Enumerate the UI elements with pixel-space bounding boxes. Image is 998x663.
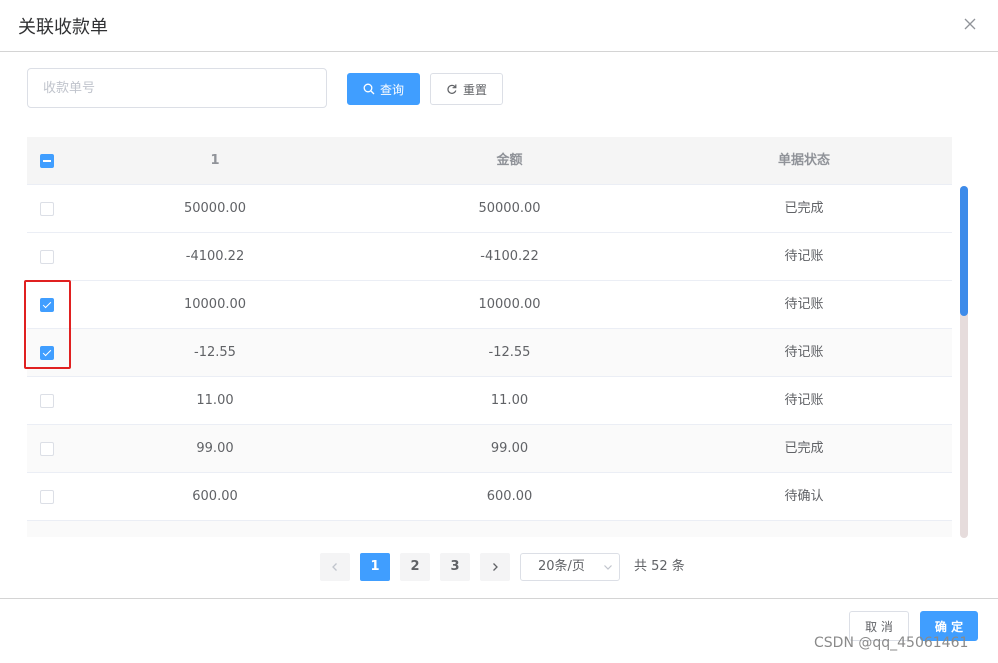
query-button-label: 查询 bbox=[379, 82, 404, 97]
row-checkbox[interactable] bbox=[40, 250, 54, 264]
amount-cell: 11.00 bbox=[490, 393, 529, 408]
prev-page-button[interactable] bbox=[320, 553, 350, 581]
status-cell: 已完成 bbox=[784, 201, 824, 216]
query-button[interactable]: 查询 bbox=[347, 73, 420, 105]
amount-cell: -4100.22 bbox=[480, 249, 539, 264]
table-cell: 50000.00 bbox=[183, 201, 247, 216]
dialog-title: 关联收款单 bbox=[18, 17, 108, 38]
row-checkbox[interactable] bbox=[40, 202, 54, 216]
table-row[interactable]: 600.00 600.00 待确认 bbox=[27, 473, 952, 521]
scroll-thumb[interactable] bbox=[960, 186, 968, 316]
reset-button[interactable]: 重置 bbox=[430, 73, 503, 105]
table-row[interactable]: 99.00 99.00 已完成 bbox=[27, 425, 952, 473]
status-cell: 待记账 bbox=[784, 345, 824, 360]
column-header: 金额 bbox=[496, 153, 523, 168]
table-cell: 600.00 bbox=[192, 489, 238, 504]
next-page-button[interactable] bbox=[480, 553, 510, 581]
table-row[interactable]: 11.00 11.00 待记账 bbox=[27, 377, 952, 425]
status-cell: 已完成 bbox=[784, 441, 824, 456]
table-scrollbar[interactable] bbox=[960, 186, 968, 538]
status-cell: 待记账 bbox=[784, 393, 824, 408]
search-input[interactable] bbox=[27, 68, 327, 108]
table-row[interactable]: -4100.22 -4100.22 待记账 bbox=[27, 233, 952, 281]
page-button-3[interactable]: 3 bbox=[440, 553, 470, 581]
amount-cell: 99.00 bbox=[490, 441, 529, 456]
amount-cell: -12.55 bbox=[488, 345, 531, 360]
row-checkbox[interactable] bbox=[40, 394, 54, 408]
row-checkbox[interactable] bbox=[40, 490, 54, 504]
dialog: 关联收款单 查询 重置 1 金额 单据状态 50000.00 bbox=[0, 0, 998, 663]
receipt-table: 1 金额 单据状态 50000.00 50000.00 已完成 -4100.22… bbox=[27, 137, 952, 537]
page-button-1[interactable]: 1 bbox=[360, 553, 390, 581]
page-size-select[interactable]: 20条/页 bbox=[520, 553, 620, 581]
close-icon[interactable] bbox=[960, 14, 980, 34]
table-row[interactable]: -12.55 -12.55 待记账 bbox=[27, 329, 952, 377]
column-header: 单据状态 bbox=[777, 153, 830, 168]
status-cell: 待记账 bbox=[784, 249, 824, 264]
search-icon bbox=[363, 83, 375, 95]
table-cell: 11.00 bbox=[196, 393, 234, 408]
watermark: CSDN @qq_45061461 bbox=[814, 635, 969, 651]
table-row[interactable]: 50000.00 50000.00 已完成 bbox=[27, 185, 952, 233]
column-header: 1 bbox=[210, 153, 220, 168]
dialog-footer: 取 消 确 定 CSDN @qq_45061461 bbox=[0, 598, 998, 663]
table-row[interactable] bbox=[27, 521, 952, 537]
select-all-checkbox[interactable] bbox=[40, 154, 54, 168]
table-cell: -4100.22 bbox=[185, 249, 245, 264]
reset-button-label: 重置 bbox=[462, 82, 487, 97]
page-button-2[interactable]: 2 bbox=[400, 553, 430, 581]
status-cell: 待记账 bbox=[784, 297, 824, 312]
total-count: 共 52 条 bbox=[634, 559, 685, 574]
page-size-value: 20条/页 bbox=[538, 559, 585, 574]
status-cell: 待确认 bbox=[784, 489, 824, 504]
table-row[interactable]: 10000.00 10000.00 待记账 bbox=[27, 281, 952, 329]
refresh-icon bbox=[447, 84, 457, 94]
amount-cell: 10000.00 bbox=[478, 297, 541, 312]
selection-highlight-box bbox=[24, 280, 71, 369]
table-cell: 99.00 bbox=[196, 441, 234, 456]
amount-cell: 50000.00 bbox=[478, 201, 541, 216]
chevron-down-icon bbox=[604, 565, 612, 570]
chevron-right-icon bbox=[493, 563, 498, 571]
table-header: 1 金额 单据状态 bbox=[27, 137, 952, 185]
amount-cell: 600.00 bbox=[486, 489, 533, 504]
chevron-left-icon bbox=[332, 563, 337, 571]
table-cell: -12.55 bbox=[194, 345, 236, 360]
dialog-header: 关联收款单 bbox=[0, 0, 998, 52]
row-checkbox[interactable] bbox=[40, 442, 54, 456]
table-cell: 10000.00 bbox=[183, 297, 247, 312]
